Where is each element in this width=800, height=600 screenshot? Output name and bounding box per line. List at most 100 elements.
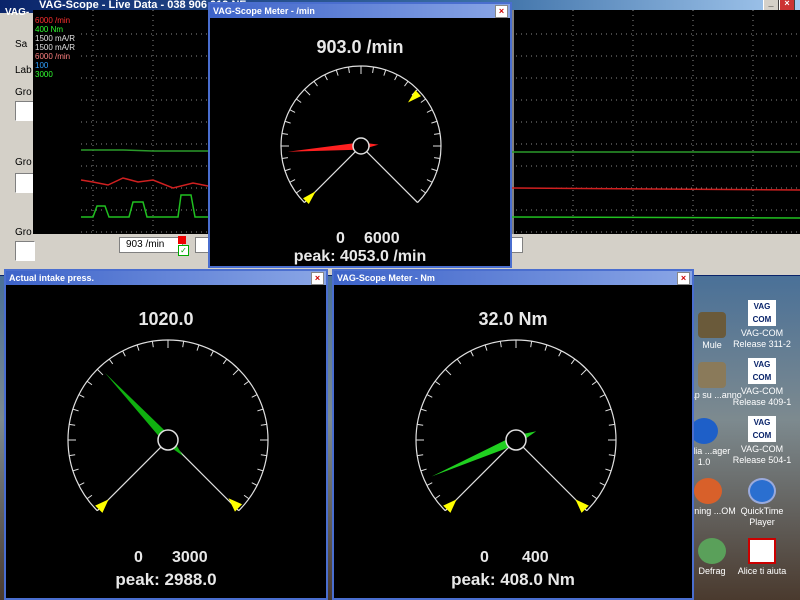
gauge-tick	[182, 341, 185, 348]
gauge-tick	[257, 408, 264, 412]
intake-meter-max: 3000	[172, 549, 208, 566]
gauge-tick	[372, 66, 375, 73]
legend-item: 3000	[35, 70, 53, 79]
gauge-tick	[243, 380, 250, 386]
rpm-meter-min: 0	[336, 230, 345, 247]
rpm-meter-title: VAG-Scope Meter - /min	[213, 6, 315, 16]
rpm-meter-max: 6000	[364, 230, 400, 247]
close-icon[interactable]: ×	[495, 5, 508, 18]
gauge-tick	[444, 368, 452, 376]
nm-meter-max: 400	[522, 549, 549, 566]
quicktime-icon[interactable]: QuickTime Player	[730, 478, 794, 528]
gauge-tick	[72, 408, 79, 412]
left-label-lab: Lab	[15, 65, 32, 76]
gauge-tick	[251, 394, 258, 398]
nm-meter-titlebar[interactable]: VAG-Scope Meter - Nm ×	[334, 271, 692, 285]
gauge-tick	[260, 423, 267, 426]
gauge-tick	[426, 482, 433, 486]
gauge-tick	[347, 66, 350, 73]
gauge-tick	[484, 344, 488, 351]
gauge-tick	[72, 468, 79, 472]
gauge-tick	[417, 454, 424, 457]
legend-item: 6000 /min	[35, 52, 71, 61]
legend-item: 1500 mA/R	[35, 34, 76, 43]
close-icon[interactable]: ×	[677, 272, 690, 285]
left-label-sa: Sa	[15, 39, 28, 50]
gauge-tick	[599, 394, 606, 398]
rpm-meter-titlebar[interactable]: VAG-Scope Meter - /min ×	[210, 4, 510, 18]
gauge-arc	[280, 65, 442, 203]
gauge-tick	[599, 482, 606, 486]
gauge-tick	[313, 80, 318, 87]
legend-item: 1500 mA/R	[35, 43, 76, 52]
intake-meter-value: 1020.0	[138, 309, 194, 329]
gauge-tick	[608, 454, 615, 457]
vag-com-504-icon[interactable]: VAG COM VAG-COM Release 504-1	[730, 416, 794, 466]
rpm-readout-field[interactable]: 903 /min	[119, 237, 183, 253]
left-label-vag: VAG-	[5, 7, 30, 18]
checkbox[interactable]: ✓	[178, 245, 189, 256]
gauge-tick	[295, 189, 302, 194]
intake-meter-min: 0	[134, 549, 143, 566]
gauge-tick	[232, 368, 240, 376]
rpm-meter-value: 903.0 /min	[316, 37, 404, 57]
nm-meter-title: VAG-Scope Meter - Nm	[337, 273, 435, 283]
gauge-tick	[404, 80, 409, 87]
gauge-tick	[570, 358, 576, 365]
red-indicator	[178, 236, 186, 244]
gauge-tick	[456, 358, 462, 365]
gauge-max-line	[366, 151, 418, 203]
gauge-tick	[284, 120, 291, 124]
nm-gauge	[415, 339, 617, 513]
gauge-tick	[591, 494, 598, 500]
peak-marker	[407, 90, 421, 103]
gauge-tick	[434, 157, 441, 160]
gauge-tick	[136, 344, 140, 351]
gauge-tick	[499, 341, 502, 348]
group-1-box[interactable]	[15, 101, 35, 121]
gauge-tick	[69, 423, 76, 426]
gauge-tick	[78, 394, 85, 398]
vag-com-311-icon[interactable]: VAG COM VAG-COM Release 311-2	[730, 300, 794, 350]
nm-meter-value: 32.0 Nm	[478, 309, 548, 329]
alice-icon[interactable]: Alice ti aiuta	[730, 538, 794, 577]
gauge-tick	[394, 74, 398, 81]
gauge-tick	[420, 408, 427, 412]
gauge-tick	[530, 341, 533, 348]
gauge-tick	[151, 341, 154, 348]
gauge-tick	[196, 344, 200, 351]
left-label-group-3: Gro	[15, 227, 32, 238]
gauge-tick	[289, 109, 296, 113]
gauge-tick	[69, 454, 76, 457]
close-icon[interactable]: ×	[311, 272, 324, 285]
gauge-tick	[260, 454, 267, 457]
gauge-tick	[335, 69, 339, 76]
gauge-tick	[470, 350, 474, 357]
gauge-tick	[86, 494, 93, 500]
gauge-tick	[605, 408, 612, 412]
gauge-tick	[281, 132, 288, 135]
gauge-tick	[544, 344, 548, 351]
legend-item: 6000 /min	[35, 16, 71, 25]
gauge-tick	[295, 98, 302, 103]
gauge-tick	[420, 468, 427, 472]
gauge-hub	[352, 137, 370, 155]
gauge-arc	[67, 339, 269, 512]
vag-com-409-icon[interactable]: VAG COM VAG-COM Release 409-1	[730, 358, 794, 408]
group-3-box[interactable]	[15, 241, 35, 261]
gauge-tick	[420, 189, 427, 194]
group-2-box[interactable]	[15, 173, 35, 193]
gauge-tick	[580, 368, 588, 376]
gauge-tick	[324, 74, 328, 81]
gauge-tick	[122, 350, 126, 357]
gauge-hub	[505, 429, 527, 451]
desktop-icon-label: Mule	[702, 340, 722, 350]
gauge-tick	[96, 368, 104, 376]
intake-meter-titlebar[interactable]: Actual intake press. ×	[6, 271, 326, 285]
gauge-tick	[558, 350, 562, 357]
gauge-tick	[431, 120, 438, 124]
gauge-tick	[431, 168, 438, 172]
gauge-tick	[434, 494, 441, 500]
nm-meter-min: 0	[480, 549, 489, 566]
gauge-tick	[284, 168, 291, 172]
